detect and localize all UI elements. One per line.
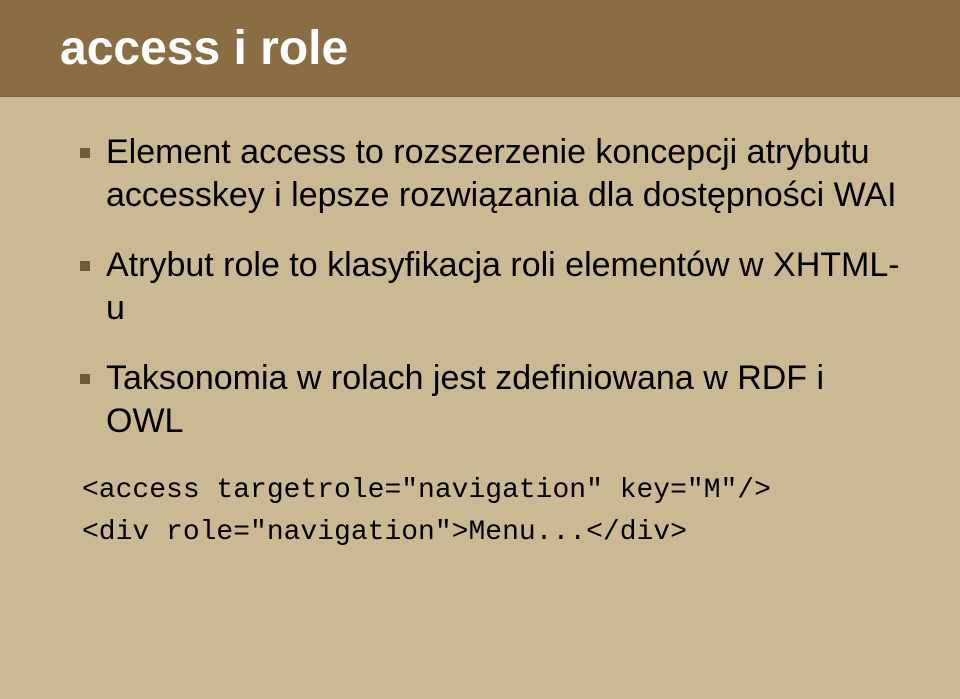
code-line: <access targetrole="navigation" key="M"/… xyxy=(82,470,900,512)
bullet-item: Atrybut role to klasyfikacja roli elemen… xyxy=(80,244,900,329)
slide: access i role Element access to rozszerz… xyxy=(0,0,960,699)
slide-title: access i role xyxy=(60,21,348,76)
title-bar: access i role xyxy=(0,0,960,97)
code-block: <access targetrole="navigation" key="M"/… xyxy=(82,470,900,554)
code-line: <div role="navigation">Menu...</div> xyxy=(82,512,900,554)
slide-content: Element access to rozszerzenie koncepcji… xyxy=(0,97,960,554)
bullet-item: Element access to rozszerzenie koncepcji… xyxy=(80,131,900,216)
bullet-list: Element access to rozszerzenie koncepcji… xyxy=(80,131,900,442)
bullet-item: Taksonomia w rolach jest zdefiniowana w … xyxy=(80,357,900,442)
